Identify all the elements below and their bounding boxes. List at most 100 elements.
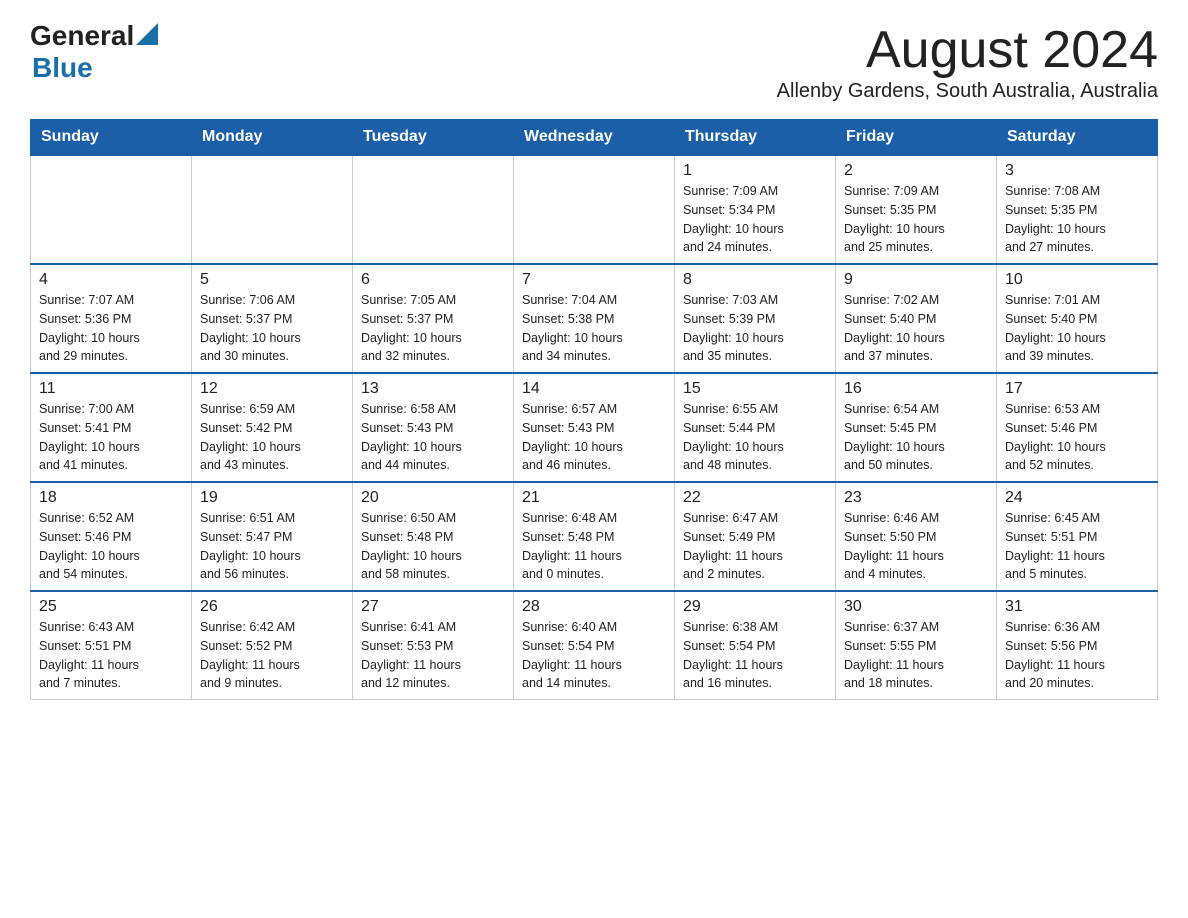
day-info: Sunrise: 7:08 AMSunset: 5:35 PMDaylight:… bbox=[1005, 182, 1149, 257]
table-row: 11 Sunrise: 7:00 AMSunset: 5:41 PMDayligh… bbox=[31, 373, 192, 482]
day-number: 5 bbox=[200, 271, 344, 289]
table-row: 16 Sunrise: 6:54 AMSunset: 5:45 PMDayligh… bbox=[836, 373, 997, 482]
table-row: 9Sunrise: 7:02 AMSunset: 5:40 PMDaylight… bbox=[836, 264, 997, 373]
header-monday: Monday bbox=[192, 120, 353, 156]
day-number: 28 bbox=[522, 598, 666, 616]
day-info: Sunrise: 6:57 AMSunset: 5:43 PMDaylight:… bbox=[522, 400, 666, 475]
day-info: Sunrise: 6:45 AMSunset: 5:51 PMDaylight:… bbox=[1005, 509, 1149, 584]
table-row: 26Sunrise: 6:42 AMSunset: 5:52 PMDayligh… bbox=[192, 591, 353, 700]
day-info: Sunrise: 6:53 AMSunset: 5:46 PMDaylight:… bbox=[1005, 400, 1149, 475]
day-info: Sunrise: 6:48 AMSunset: 5:48 PMDaylight:… bbox=[522, 509, 666, 584]
table-row bbox=[353, 155, 514, 264]
day-number: 29 bbox=[683, 598, 827, 616]
day-info: Sunrise: 6:38 AMSunset: 5:54 PMDaylight:… bbox=[683, 618, 827, 693]
day-number: 3 bbox=[1005, 162, 1149, 180]
day-number: 2 bbox=[844, 162, 988, 180]
day-number: 10 bbox=[1005, 271, 1149, 289]
table-row: 25 Sunrise: 6:43 AMSunset: 5:51 PMDayligh… bbox=[31, 591, 192, 700]
logo-blue-text: Blue bbox=[32, 52, 93, 83]
page-header: General Blue August 2024 Allenby Gardens… bbox=[30, 20, 1158, 115]
day-number: 20 bbox=[361, 489, 505, 507]
table-row: 14 Sunrise: 6:57 AMSunset: 5:43 PMDayligh… bbox=[514, 373, 675, 482]
table-row: 22Sunrise: 6:47 AMSunset: 5:49 PMDayligh… bbox=[675, 482, 836, 591]
table-row: 8 Sunrise: 7:03 AMSunset: 5:39 PMDaylight… bbox=[675, 264, 836, 373]
calendar-table: Sunday Monday Tuesday Wednesday Thursday… bbox=[30, 119, 1158, 700]
calendar-week-row: 18Sunrise: 6:52 AMSunset: 5:46 PMDayligh… bbox=[31, 482, 1158, 591]
calendar-week-row: 4Sunrise: 7:07 AMSunset: 5:36 PMDaylight… bbox=[31, 264, 1158, 373]
table-row: 4Sunrise: 7:07 AMSunset: 5:36 PMDaylight… bbox=[31, 264, 192, 373]
table-row: 29 Sunrise: 6:38 AMSunset: 5:54 PMDayligh… bbox=[675, 591, 836, 700]
table-row: 6 Sunrise: 7:05 AMSunset: 5:37 PMDaylight… bbox=[353, 264, 514, 373]
day-number: 14 bbox=[522, 380, 666, 398]
table-row bbox=[192, 155, 353, 264]
table-row: 19Sunrise: 6:51 AMSunset: 5:47 PMDayligh… bbox=[192, 482, 353, 591]
calendar-week-row: 25 Sunrise: 6:43 AMSunset: 5:51 PMDayligh… bbox=[31, 591, 1158, 700]
day-number: 7 bbox=[522, 271, 666, 289]
day-number: 8 bbox=[683, 271, 827, 289]
day-info: Sunrise: 7:05 AMSunset: 5:37 PMDaylight:… bbox=[361, 291, 505, 366]
day-number: 13 bbox=[361, 380, 505, 398]
table-row: 13 Sunrise: 6:58 AMSunset: 5:43 PMDayligh… bbox=[353, 373, 514, 482]
table-row: 7 Sunrise: 7:04 AMSunset: 5:38 PMDaylight… bbox=[514, 264, 675, 373]
table-row: 21 Sunrise: 6:48 AMSunset: 5:48 PMDayligh… bbox=[514, 482, 675, 591]
day-number: 30 bbox=[844, 598, 988, 616]
table-row: 5 Sunrise: 7:06 AMSunset: 5:37 PMDaylight… bbox=[192, 264, 353, 373]
day-number: 24 bbox=[1005, 489, 1149, 507]
table-row: 27 Sunrise: 6:41 AMSunset: 5:53 PMDayligh… bbox=[353, 591, 514, 700]
table-row: 12 Sunrise: 6:59 AMSunset: 5:42 PMDayligh… bbox=[192, 373, 353, 482]
day-info: Sunrise: 6:58 AMSunset: 5:43 PMDaylight:… bbox=[361, 400, 505, 475]
day-number: 31 bbox=[1005, 598, 1149, 616]
day-info: Sunrise: 7:00 AMSunset: 5:41 PMDaylight:… bbox=[39, 400, 183, 475]
calendar-header-row: Sunday Monday Tuesday Wednesday Thursday… bbox=[31, 120, 1158, 156]
day-info: Sunrise: 7:09 AMSunset: 5:35 PMDaylight:… bbox=[844, 182, 988, 257]
table-row: 28 Sunrise: 6:40 AMSunset: 5:54 PMDayligh… bbox=[514, 591, 675, 700]
day-info: Sunrise: 6:47 AMSunset: 5:49 PMDaylight:… bbox=[683, 509, 827, 584]
day-number: 16 bbox=[844, 380, 988, 398]
logo-triangle-icon bbox=[136, 23, 158, 45]
day-number: 25 bbox=[39, 598, 183, 616]
day-info: Sunrise: 6:59 AMSunset: 5:42 PMDaylight:… bbox=[200, 400, 344, 475]
table-row: 17 Sunrise: 6:53 AMSunset: 5:46 PMDayligh… bbox=[997, 373, 1158, 482]
day-number: 11 bbox=[39, 380, 183, 398]
day-info: Sunrise: 6:43 AMSunset: 5:51 PMDaylight:… bbox=[39, 618, 183, 693]
table-row: 24 Sunrise: 6:45 AMSunset: 5:51 PMDayligh… bbox=[997, 482, 1158, 591]
table-row: 20 Sunrise: 6:50 AMSunset: 5:48 PMDayligh… bbox=[353, 482, 514, 591]
day-number: 15 bbox=[683, 380, 827, 398]
table-row: 18Sunrise: 6:52 AMSunset: 5:46 PMDayligh… bbox=[31, 482, 192, 591]
table-row: 31 Sunrise: 6:36 AMSunset: 5:56 PMDayligh… bbox=[997, 591, 1158, 700]
day-number: 1 bbox=[683, 162, 827, 180]
calendar-subtitle: Allenby Gardens, South Australia, Austra… bbox=[777, 80, 1158, 103]
day-info: Sunrise: 7:04 AMSunset: 5:38 PMDaylight:… bbox=[522, 291, 666, 366]
day-number: 23 bbox=[844, 489, 988, 507]
day-number: 12 bbox=[200, 380, 344, 398]
day-number: 27 bbox=[361, 598, 505, 616]
header-thursday: Thursday bbox=[675, 120, 836, 156]
table-row: 10 Sunrise: 7:01 AMSunset: 5:40 PMDayligh… bbox=[997, 264, 1158, 373]
day-info: Sunrise: 7:03 AMSunset: 5:39 PMDaylight:… bbox=[683, 291, 827, 366]
day-number: 6 bbox=[361, 271, 505, 289]
table-row bbox=[514, 155, 675, 264]
day-number: 19 bbox=[200, 489, 344, 507]
logo-general-text: General bbox=[30, 20, 134, 52]
header-tuesday: Tuesday bbox=[353, 120, 514, 156]
day-info: Sunrise: 6:41 AMSunset: 5:53 PMDaylight:… bbox=[361, 618, 505, 693]
day-info: Sunrise: 6:40 AMSunset: 5:54 PMDaylight:… bbox=[522, 618, 666, 693]
day-info: Sunrise: 7:01 AMSunset: 5:40 PMDaylight:… bbox=[1005, 291, 1149, 366]
calendar-week-row: 11 Sunrise: 7:00 AMSunset: 5:41 PMDayligh… bbox=[31, 373, 1158, 482]
day-info: Sunrise: 7:07 AMSunset: 5:36 PMDaylight:… bbox=[39, 291, 183, 366]
table-row bbox=[31, 155, 192, 264]
table-row: 1 Sunrise: 7:09 AMSunset: 5:34 PMDaylight… bbox=[675, 155, 836, 264]
table-row: 2 Sunrise: 7:09 AMSunset: 5:35 PMDaylight… bbox=[836, 155, 997, 264]
day-info: Sunrise: 6:50 AMSunset: 5:48 PMDaylight:… bbox=[361, 509, 505, 584]
month-title: August 2024 bbox=[777, 20, 1158, 80]
table-row: 15Sunrise: 6:55 AMSunset: 5:44 PMDayligh… bbox=[675, 373, 836, 482]
day-info: Sunrise: 7:06 AMSunset: 5:37 PMDaylight:… bbox=[200, 291, 344, 366]
day-info: Sunrise: 6:54 AMSunset: 5:45 PMDaylight:… bbox=[844, 400, 988, 475]
day-number: 17 bbox=[1005, 380, 1149, 398]
header-saturday: Saturday bbox=[997, 120, 1158, 156]
day-info: Sunrise: 6:37 AMSunset: 5:55 PMDaylight:… bbox=[844, 618, 988, 693]
day-info: Sunrise: 6:36 AMSunset: 5:56 PMDaylight:… bbox=[1005, 618, 1149, 693]
day-info: Sunrise: 7:09 AMSunset: 5:34 PMDaylight:… bbox=[683, 182, 827, 257]
header-sunday: Sunday bbox=[31, 120, 192, 156]
day-number: 21 bbox=[522, 489, 666, 507]
